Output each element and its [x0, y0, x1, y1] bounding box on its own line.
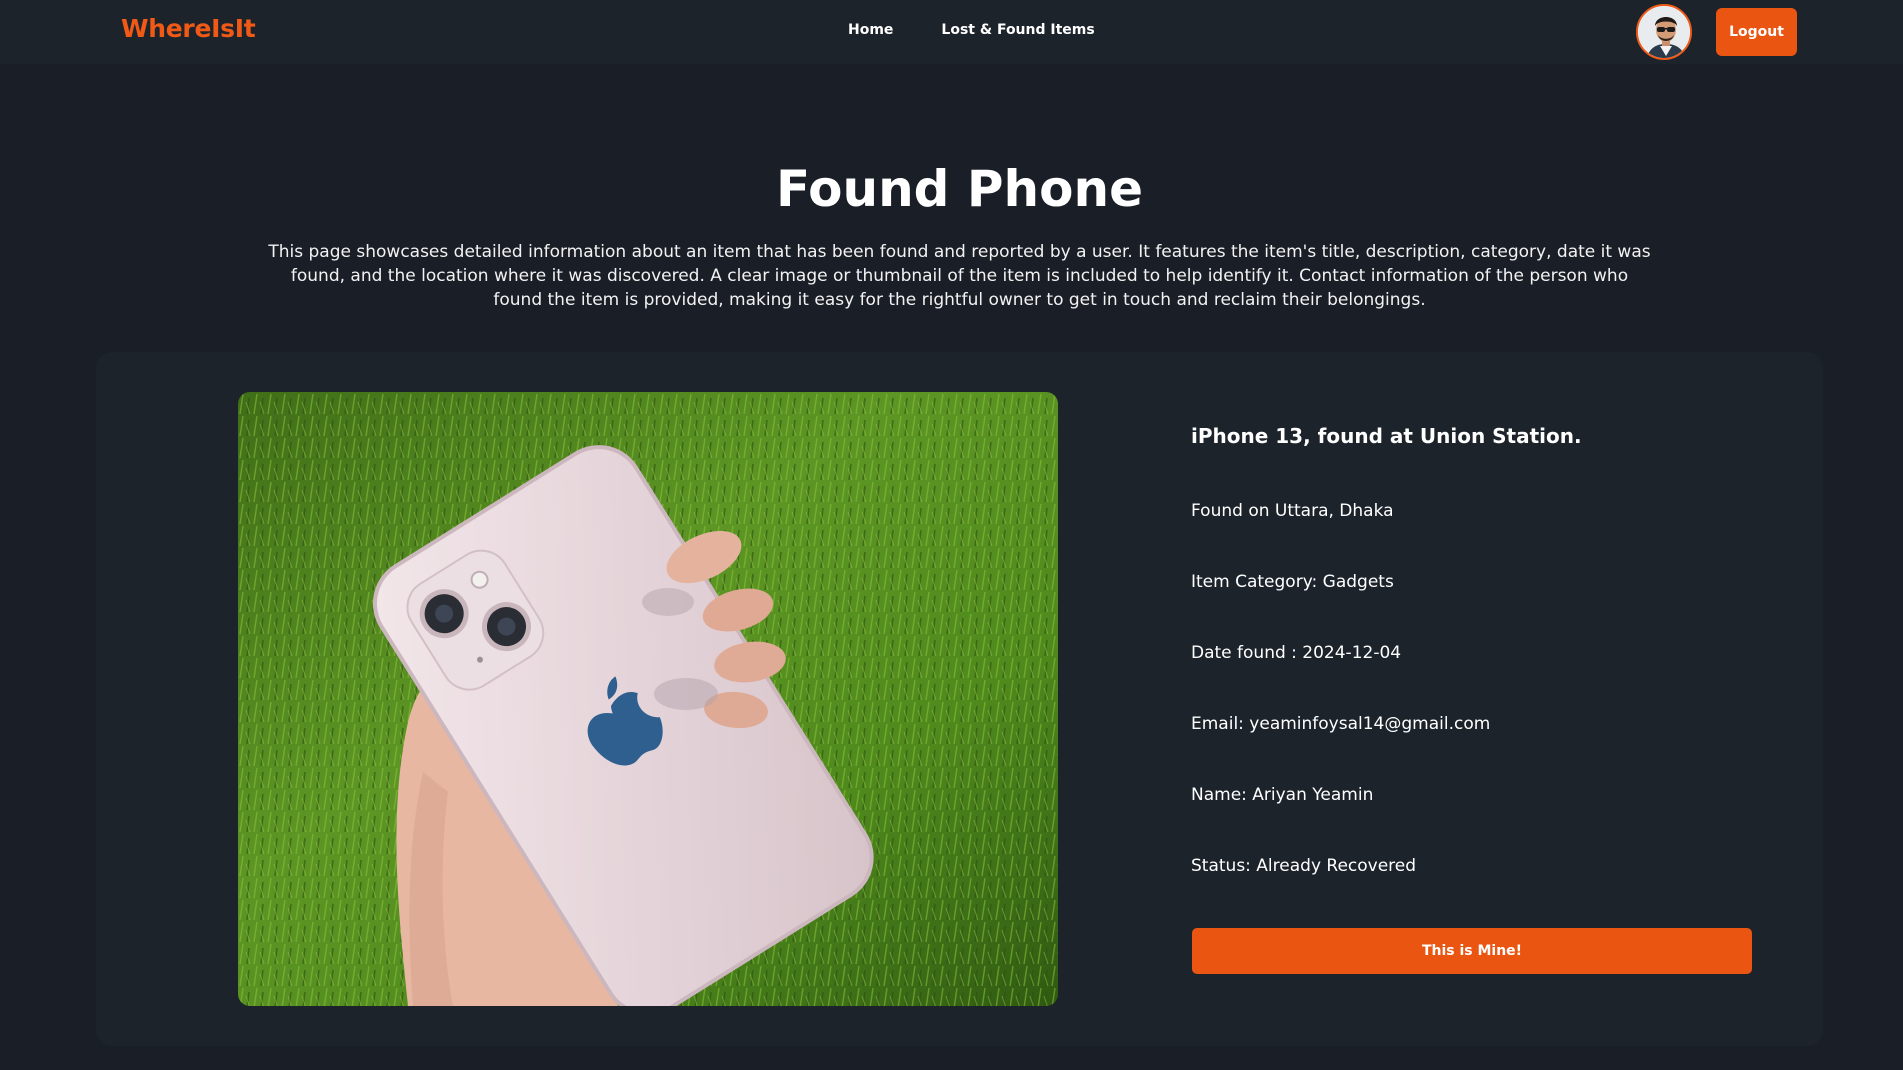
- finder-name: Name: Ariyan Yeamin: [1191, 785, 1374, 805]
- page-title: Found Phone: [776, 160, 1143, 218]
- page-description: This page showcases detailed information…: [268, 242, 1651, 310]
- brand-logo[interactable]: WhereIsIt: [121, 14, 256, 43]
- item-title: iPhone 13, found at Union Station.: [1191, 424, 1582, 448]
- item-status: Status: Already Recovered: [1191, 856, 1417, 876]
- logout-button[interactable]: Logout: [1716, 8, 1797, 56]
- item-photo: [238, 392, 1058, 1006]
- claim-item-button[interactable]: This is Mine!: [1192, 928, 1752, 974]
- user-avatar[interactable]: [1636, 4, 1692, 60]
- nav-link-lost-found-items[interactable]: Lost & Found Items: [941, 22, 1094, 38]
- finder-email: Email: yeaminfoysal14@gmail.com: [1191, 714, 1491, 734]
- item-location: Found on Uttara, Dhaka: [1191, 501, 1394, 521]
- item-date-found: Date found : 2024-12-04: [1191, 643, 1402, 663]
- nav-link-home[interactable]: Home: [848, 22, 893, 38]
- item-category: Item Category: Gadgets: [1191, 572, 1394, 592]
- nav-links: Home Lost & Found Items: [848, 22, 1095, 38]
- navbar: WhereIsIt Home Lost & Found Items Logout: [0, 0, 1903, 64]
